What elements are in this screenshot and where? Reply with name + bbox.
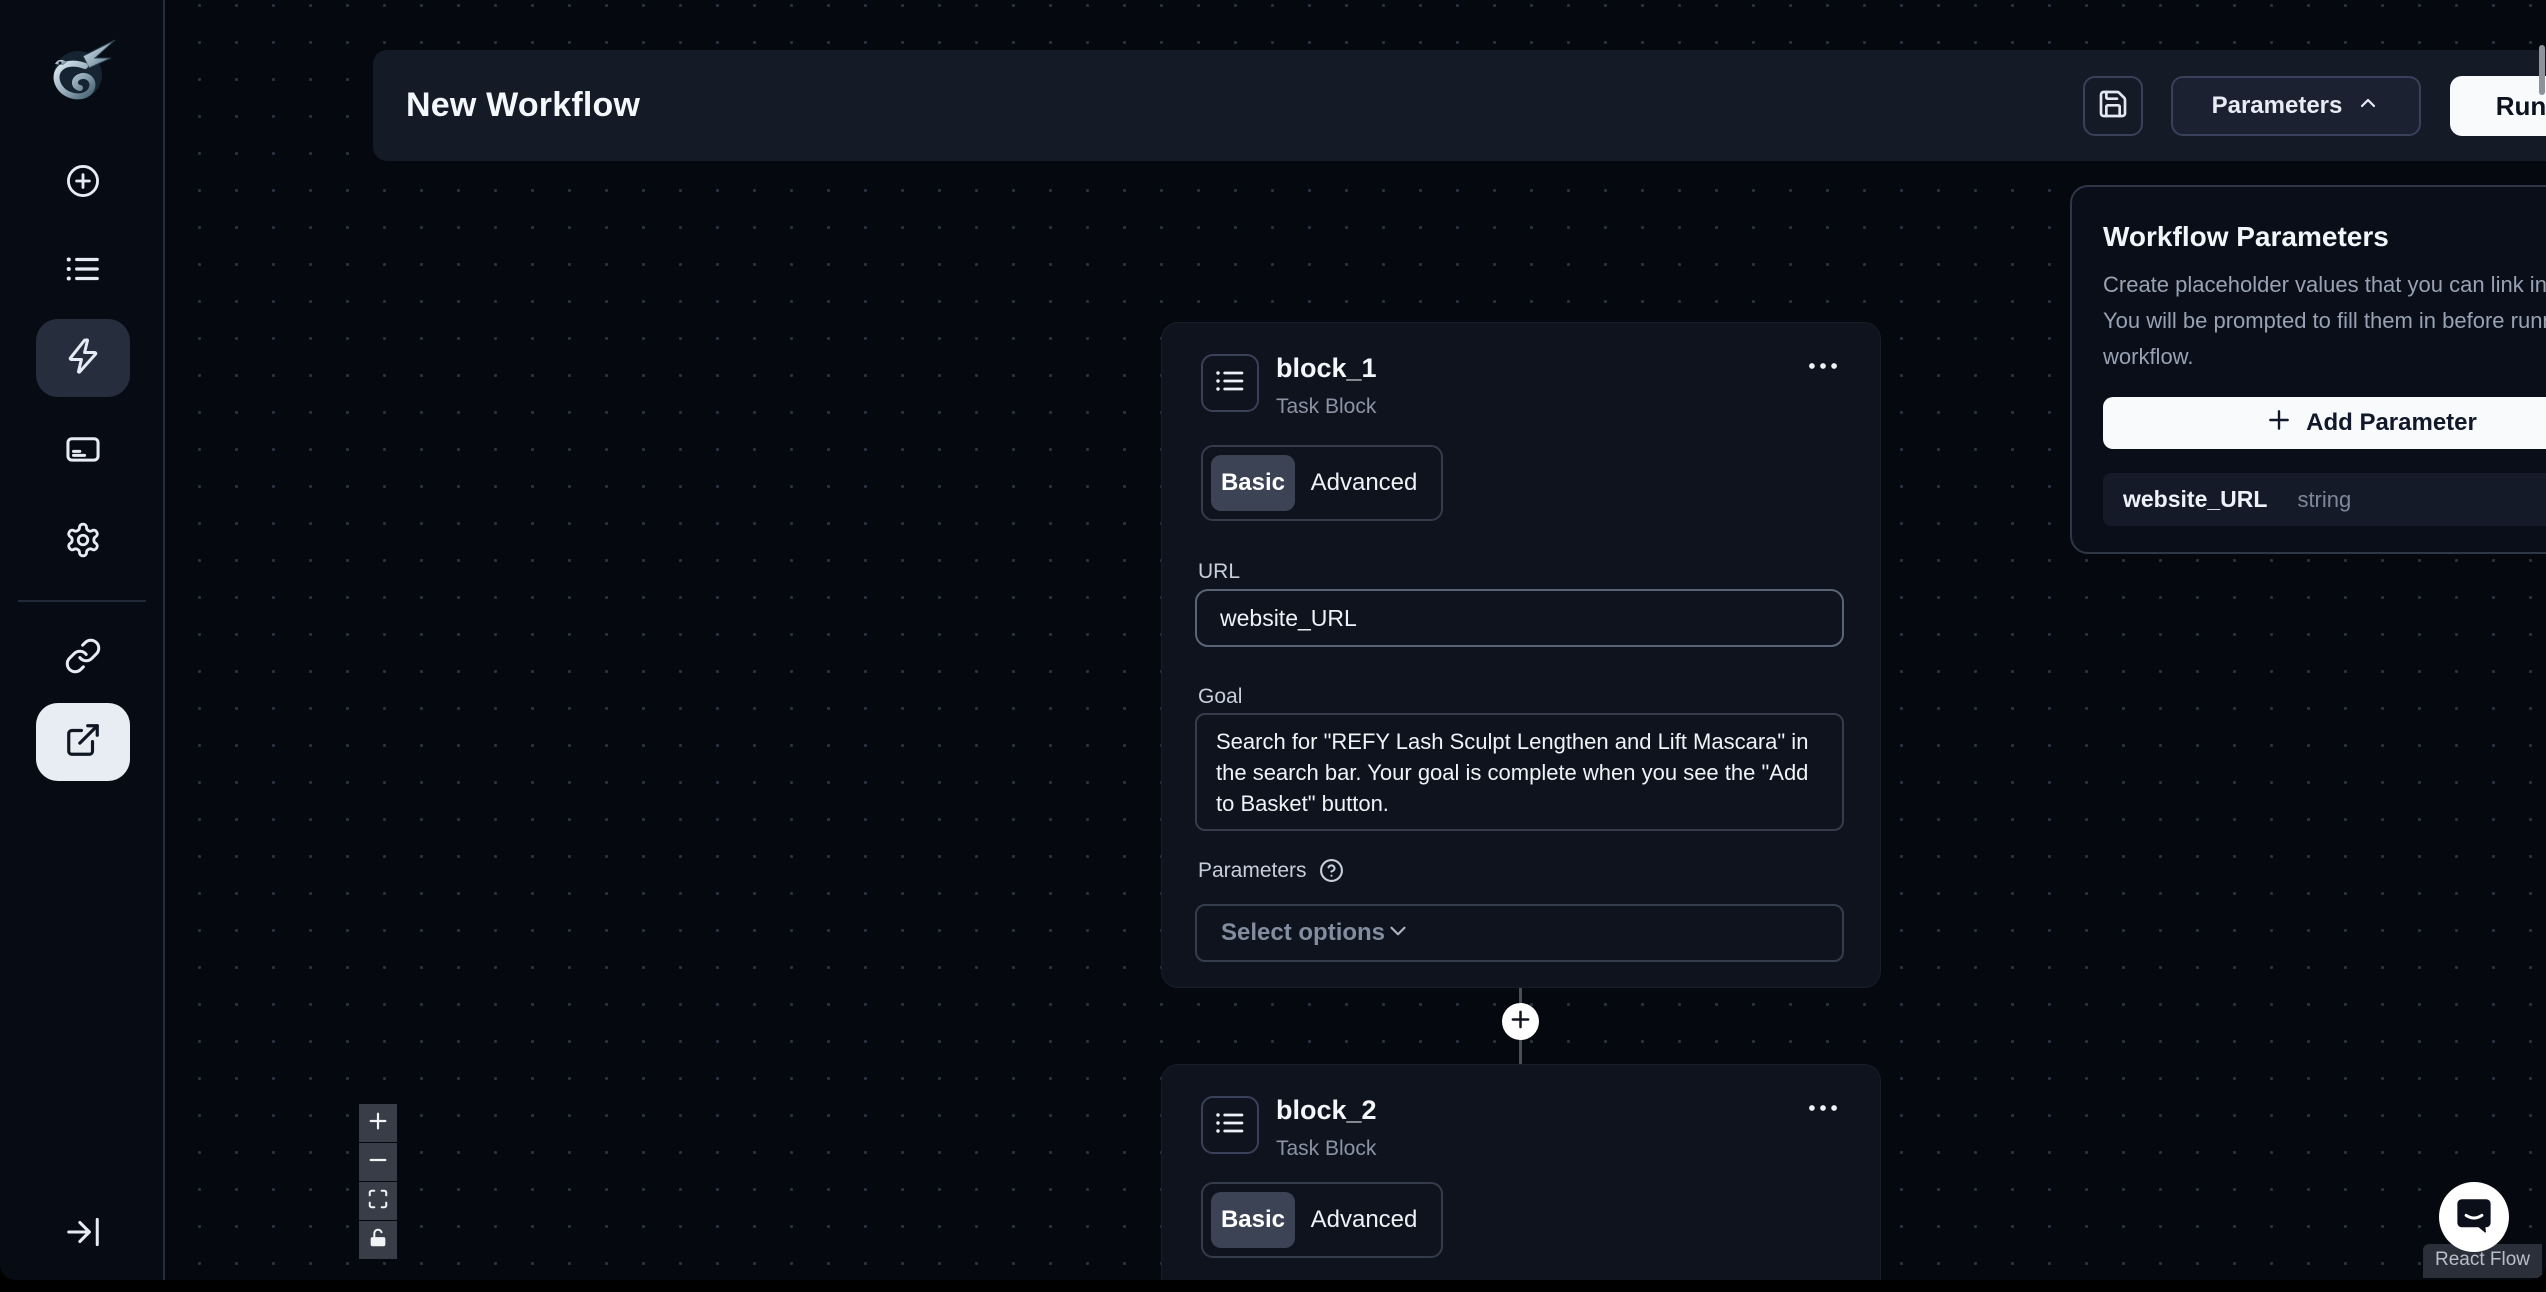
goal-field-label: Goal [1198, 685, 1242, 709]
node-mode-tabs: Basic Advanced [1201, 1182, 1443, 1258]
parameters-select[interactable]: Select options [1195, 904, 1844, 962]
lock-toggle-button[interactable] [359, 1221, 397, 1259]
unlock-icon [367, 1227, 389, 1254]
task-block-icon-box [1201, 1096, 1259, 1154]
workflow-header: New Workflow Parameters Run [373, 50, 2546, 161]
settings-gear-icon [64, 521, 102, 564]
node-subtitle: Task Block [1276, 1137, 1376, 1161]
list-icon [1214, 365, 1246, 402]
select-placeholder: Select options [1221, 919, 1385, 947]
zap-icon [64, 337, 102, 380]
add-block-between-button[interactable] [1502, 1003, 1539, 1040]
chevron-down-icon [1385, 918, 1411, 949]
canvas-controls [359, 1104, 397, 1260]
parameters-field-label: Parameters [1198, 858, 1344, 883]
run-button-label: Run [2496, 91, 2546, 122]
fit-view-icon [367, 1188, 389, 1215]
tab-basic[interactable]: Basic [1211, 1192, 1295, 1248]
sidebar-item-create[interactable] [36, 144, 130, 222]
tab-advanced[interactable]: Advanced [1295, 455, 1433, 511]
plus-icon [2266, 407, 2292, 440]
task-block-node-2[interactable]: block_2 Task Block Basic Advanced [1162, 1065, 1880, 1280]
task-block-node-1[interactable]: block_1 Task Block Basic Advanced URL Go… [1162, 323, 1880, 987]
workflow-parameters-panel: Workflow Parameters Create placeholder v… [2070, 185, 2546, 554]
plus-circle-icon [64, 162, 102, 205]
sidebar-item-runs-list[interactable] [36, 232, 130, 310]
tab-basic[interactable]: Basic [1211, 455, 1295, 511]
goal-textarea[interactable]: Search for "REFY Lash Sculpt Lengthen an… [1195, 713, 1844, 831]
node-title: block_2 [1276, 1095, 1377, 1126]
help-circle-icon[interactable] [1319, 858, 1344, 883]
save-icon [2097, 88, 2129, 125]
arrow-right-to-line-icon [64, 1213, 102, 1256]
sidebar-divider [18, 600, 146, 602]
app-window: block_1 Task Block Basic Advanced URL Go… [0, 0, 2546, 1280]
zoom-out-button[interactable] [359, 1143, 397, 1181]
credit-card-icon [64, 430, 102, 473]
sidebar-item-billing[interactable] [36, 412, 130, 490]
zoom-out-icon [367, 1149, 389, 1176]
node-menu-button[interactable] [1804, 347, 1842, 390]
workflow-canvas[interactable]: block_1 Task Block Basic Advanced URL Go… [167, 0, 2546, 1280]
sidebar-item-settings[interactable] [36, 503, 130, 581]
task-block-icon-box [1201, 354, 1259, 412]
zoom-in-button[interactable] [359, 1104, 397, 1142]
save-button[interactable] [2083, 76, 2143, 136]
panel-title: Workflow Parameters [2103, 221, 2546, 253]
ellipsis-icon [1804, 372, 1842, 389]
node-title: block_1 [1276, 353, 1377, 384]
node-menu-button[interactable] [1804, 1089, 1842, 1132]
add-parameter-label: Add Parameter [2306, 409, 2477, 437]
panel-description: Create placeholder values that you can l… [2103, 267, 2546, 375]
external-link-icon [64, 721, 102, 764]
sidebar [0, 0, 165, 1280]
tab-advanced[interactable]: Advanced [1295, 1192, 1433, 1248]
fit-view-button[interactable] [359, 1182, 397, 1220]
sidebar-collapse-button[interactable] [36, 1195, 130, 1273]
sidebar-item-integrations[interactable] [36, 619, 130, 697]
plus-icon [1509, 1008, 1532, 1036]
chat-widget-button[interactable] [2439, 1182, 2509, 1252]
parameters-button-label: Parameters [2212, 92, 2343, 120]
sidebar-item-external[interactable] [36, 703, 130, 781]
url-field-label: URL [1198, 560, 1240, 584]
list-icon [1214, 1107, 1246, 1144]
parameters-dropdown-button[interactable]: Parameters [2171, 76, 2421, 136]
ellipsis-icon [1804, 1114, 1842, 1131]
sidebar-item-workflows[interactable] [36, 319, 130, 397]
node-subtitle: Task Block [1276, 395, 1376, 419]
list-icon [64, 250, 102, 293]
zoom-in-icon [367, 1110, 389, 1137]
run-button[interactable]: Run [2450, 76, 2546, 136]
link-icon [64, 637, 102, 680]
parameter-type: string [2297, 487, 2351, 513]
skyvern-dragon-logo[interactable] [45, 28, 119, 108]
parameter-key: website_URL [2123, 486, 2267, 513]
url-input[interactable] [1195, 589, 1844, 647]
desktop-background: block_1 Task Block Basic Advanced URL Go… [0, 0, 2546, 1292]
node-mode-tabs: Basic Advanced [1201, 445, 1443, 521]
parameters-label-text: Parameters [1198, 859, 1307, 883]
chat-bubble-icon [2453, 1194, 2495, 1241]
workflow-title: New Workflow [406, 50, 640, 161]
add-parameter-button[interactable]: Add Parameter [2103, 397, 2546, 449]
chevron-up-icon [2356, 91, 2380, 122]
vertical-scrollbar-thumb[interactable] [2539, 45, 2545, 95]
parameter-row: website_URL string [2103, 473, 2546, 526]
